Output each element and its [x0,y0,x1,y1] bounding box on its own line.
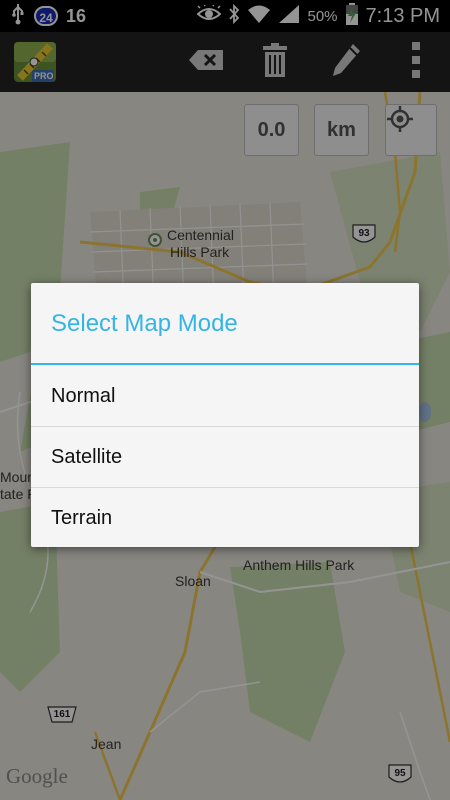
map-mode-option-terrain[interactable]: Terrain [31,488,419,548]
map-mode-option-normal[interactable]: Normal [31,366,419,426]
dialog-title-divider [31,363,419,365]
map-mode-option-satellite[interactable]: Satellite [31,427,419,487]
select-map-mode-dialog: Select Map Mode Normal Satellite Terrain [31,283,419,547]
dialog-title: Select Map Mode [51,310,238,337]
